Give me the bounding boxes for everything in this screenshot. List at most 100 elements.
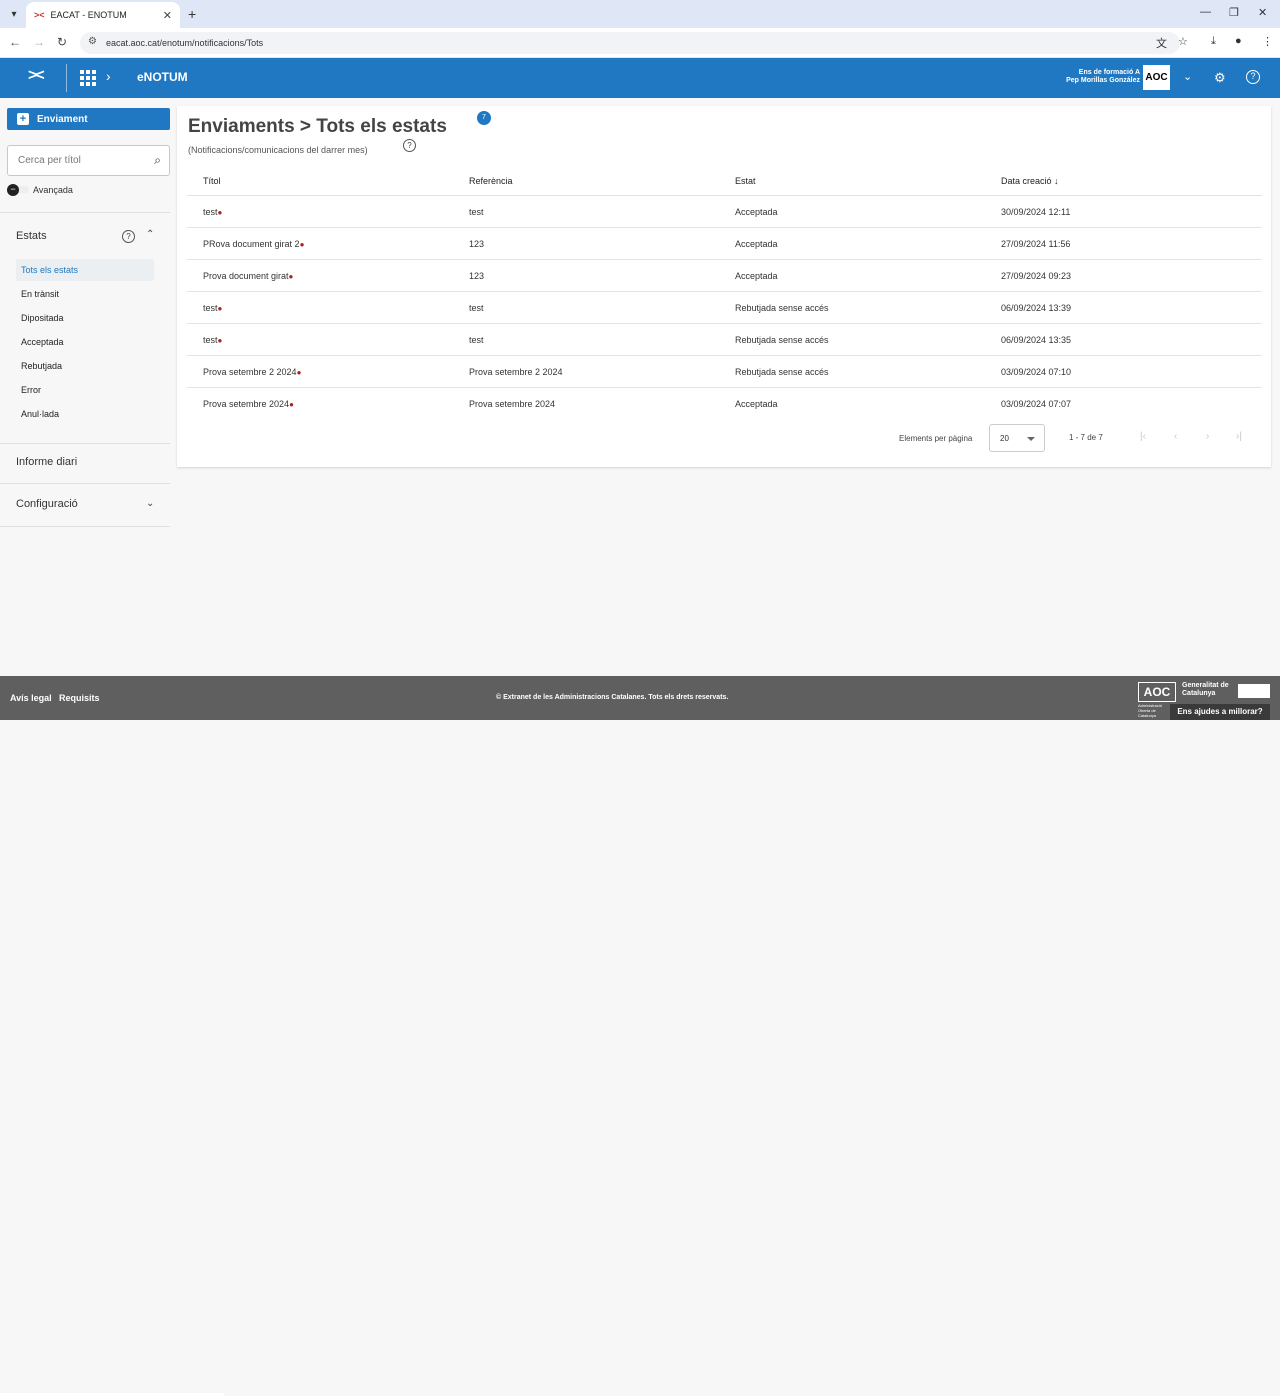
last-page-icon[interactable]: ›| bbox=[1236, 431, 1242, 442]
legal-notice-link[interactable]: Avís legal bbox=[10, 693, 52, 703]
advanced-toggle[interactable]: − bbox=[7, 184, 29, 196]
gencat-logo: Generalitat de Catalunya bbox=[1182, 682, 1229, 697]
cell-state: Acceptada bbox=[735, 207, 778, 217]
browser-tab[interactable]: >< EACAT - ENOTUM ✕ bbox=[26, 2, 180, 28]
bookmark-star-icon[interactable]: ☆ bbox=[1178, 35, 1188, 48]
per-page-select[interactable]: 20 bbox=[989, 424, 1045, 452]
table-row[interactable]: test● test Rebutjada sense accés 06/09/2… bbox=[187, 292, 1262, 324]
search-icon[interactable]: ⌕ bbox=[154, 153, 161, 168]
state-item-rejected[interactable]: Rebutjada bbox=[16, 355, 154, 377]
state-item-accepted[interactable]: Acceptada bbox=[16, 331, 154, 353]
table-row[interactable]: test● test Rebutjada sense accés 06/09/2… bbox=[187, 324, 1262, 356]
forward-icon[interactable]: → bbox=[33, 35, 45, 49]
favicon-icon: >< bbox=[34, 10, 45, 20]
cell-state: Rebutjada sense accés bbox=[735, 367, 829, 377]
cell-date: 30/09/2024 12:11 bbox=[1001, 207, 1071, 217]
table-row[interactable]: Prova setembre 2 2024● Prova setembre 2 … bbox=[187, 356, 1262, 388]
cell-reference: 123 bbox=[469, 271, 485, 281]
states-title[interactable]: Estats bbox=[16, 230, 47, 242]
cell-date: 03/09/2024 07:10 bbox=[1001, 367, 1072, 377]
cell-state: Acceptada bbox=[735, 239, 778, 249]
divider bbox=[0, 212, 170, 213]
new-tab-icon[interactable]: + bbox=[188, 6, 196, 22]
table-row[interactable]: Prova document girat● 123 Acceptada 27/0… bbox=[187, 260, 1262, 292]
restore-icon[interactable]: ❐ bbox=[1229, 6, 1239, 19]
state-item-all[interactable]: Tots els estats bbox=[16, 259, 154, 281]
url-field[interactable]: ⚙ eacat.aoc.cat/enotum/notificacions/Tot… bbox=[80, 32, 1180, 54]
cell-state: Rebutjada sense accés bbox=[735, 335, 829, 345]
cell-date: 06/09/2024 13:39 bbox=[1001, 303, 1072, 313]
reload-icon[interactable]: ↻ bbox=[57, 35, 67, 49]
search-input[interactable] bbox=[8, 146, 138, 175]
user-name: Pep Morillas González bbox=[1066, 77, 1140, 84]
cell-state: Rebutjada sense accés bbox=[735, 303, 829, 313]
seal-icon: ● bbox=[217, 304, 223, 313]
cell-title: Prova document girat● bbox=[203, 271, 294, 281]
plus-icon: + bbox=[17, 113, 29, 125]
dropdown-arrow-icon bbox=[1027, 437, 1035, 441]
seal-icon: ● bbox=[288, 272, 294, 281]
prev-page-icon[interactable]: ‹ bbox=[1174, 431, 1177, 442]
seal-icon: ● bbox=[217, 336, 223, 345]
tab-close-icon[interactable]: ✕ bbox=[163, 9, 172, 22]
table-row[interactable]: test● test Acceptada 30/09/2024 12:11 bbox=[187, 196, 1262, 228]
table-row[interactable]: PRova document girat 2● 123 Acceptada 27… bbox=[187, 228, 1262, 260]
divider bbox=[0, 526, 170, 527]
org-dropdown-chevron-icon[interactable]: ⌄ bbox=[1183, 70, 1192, 83]
next-page-icon[interactable]: › bbox=[1206, 431, 1209, 442]
new-sending-button[interactable]: + Enviament bbox=[7, 108, 170, 130]
cell-title: Prova setembre 2024● bbox=[203, 399, 294, 409]
minimize-icon[interactable]: — bbox=[1200, 6, 1211, 18]
download-icon[interactable]: ⤓ bbox=[1211, 35, 1216, 48]
configuration-link[interactable]: Configuració bbox=[16, 498, 78, 510]
url-text: eacat.aoc.cat/enotum/notificacions/Tots bbox=[106, 38, 264, 48]
tab-title: EACAT - ENOTUM bbox=[50, 10, 127, 20]
seal-icon: ● bbox=[217, 208, 223, 217]
first-page-icon[interactable]: |‹ bbox=[1140, 431, 1146, 442]
chevron-down-icon[interactable]: ⌄ bbox=[146, 498, 154, 509]
help-icon[interactable]: ? bbox=[1246, 70, 1260, 84]
aoc-logo[interactable]: >< bbox=[28, 67, 45, 85]
back-icon[interactable]: ← bbox=[9, 35, 21, 49]
aoc-footer-logo-subtitle: Administració Oberta de Catalunya bbox=[1138, 703, 1163, 718]
chevron-up-icon[interactable]: ⌃ bbox=[146, 229, 154, 240]
cell-date: 06/09/2024 13:35 bbox=[1001, 335, 1072, 345]
subtitle-help-icon[interactable]: ? bbox=[403, 139, 416, 152]
chevron-right-icon: › bbox=[106, 68, 111, 84]
column-header-reference[interactable]: Referència bbox=[469, 176, 513, 186]
minus-icon: − bbox=[7, 184, 19, 196]
divider bbox=[0, 443, 170, 444]
site-info-icon[interactable]: ⚙ bbox=[88, 36, 97, 47]
tab-search-icon[interactable]: ▾ bbox=[6, 6, 22, 22]
settings-gear-icon[interactable]: ⚙ bbox=[1214, 70, 1226, 86]
cell-reference: Prova setembre 2 2024 bbox=[469, 367, 563, 377]
translate-icon[interactable]: 文 bbox=[1156, 35, 1167, 51]
eu-logo bbox=[1238, 684, 1270, 698]
browser-menu-icon[interactable]: ⋮ bbox=[1262, 35, 1273, 48]
requirements-link[interactable]: Requisits bbox=[59, 693, 100, 703]
table-row[interactable]: Prova setembre 2024● Prova setembre 2024… bbox=[187, 388, 1262, 420]
app-header: >< › eNOTUM Ens de formació A Pep Morill… bbox=[0, 58, 1280, 98]
daily-report-link[interactable]: Informe diari bbox=[16, 456, 77, 468]
feedback-button[interactable]: Ens ajudes a millorar? bbox=[1170, 704, 1270, 720]
cell-title: Prova setembre 2 2024● bbox=[203, 367, 302, 377]
column-header-date[interactable]: Data creació ↓ bbox=[1001, 176, 1059, 186]
app-name[interactable]: eNOTUM bbox=[137, 70, 188, 84]
state-item-cancelled[interactable]: Anul·lada bbox=[16, 403, 154, 425]
state-item-error[interactable]: Error bbox=[16, 379, 154, 401]
header-divider bbox=[66, 64, 67, 92]
state-item-deposited[interactable]: Dipositada bbox=[16, 307, 154, 329]
profile-icon[interactable]: ● bbox=[1235, 35, 1242, 47]
seal-icon: ● bbox=[299, 240, 305, 249]
address-bar: ← → ↻ ⚙ eacat.aoc.cat/enotum/notificacio… bbox=[0, 28, 1280, 58]
states-help-icon[interactable]: ? bbox=[122, 230, 135, 243]
window-close-icon[interactable]: ✕ bbox=[1258, 6, 1267, 19]
column-header-state[interactable]: Estat bbox=[735, 176, 756, 186]
column-header-title[interactable]: Títol bbox=[203, 176, 221, 186]
cell-date: 03/09/2024 07:07 bbox=[1001, 399, 1072, 409]
cell-title: PRova document girat 2● bbox=[203, 239, 305, 249]
per-page-value: 20 bbox=[1000, 434, 1009, 443]
apps-grid-icon[interactable] bbox=[80, 70, 96, 86]
cell-date: 27/09/2024 09:23 bbox=[1001, 271, 1072, 281]
state-item-in-transit[interactable]: En trànsit bbox=[16, 283, 154, 305]
